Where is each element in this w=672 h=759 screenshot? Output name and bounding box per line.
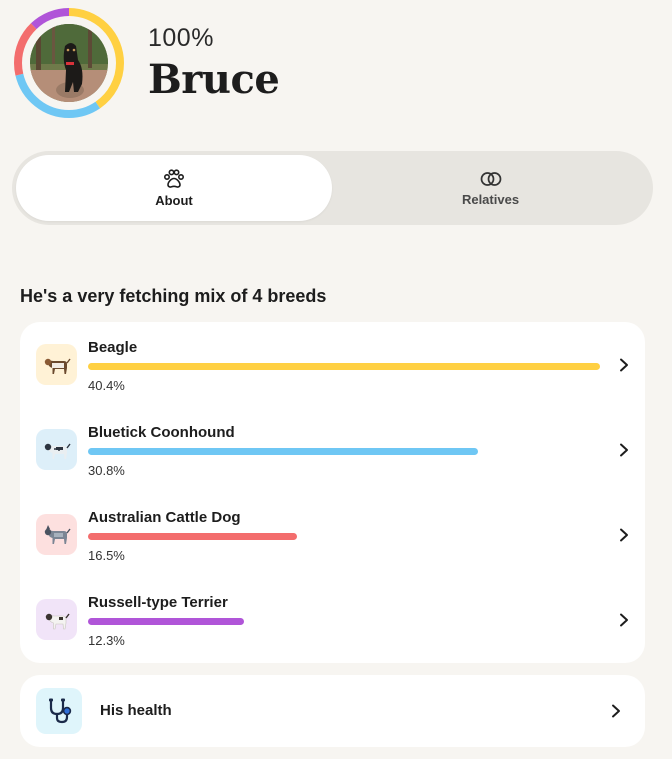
dog-profile-page: 100% Bruce About Relatives He's a very f… bbox=[0, 0, 672, 759]
health-badge bbox=[36, 688, 82, 734]
breed-percentage: 40.4% bbox=[88, 378, 125, 393]
breed-name: Bluetick Coonhound bbox=[88, 424, 235, 441]
chevron-right-icon bbox=[612, 704, 620, 718]
stethoscope-icon bbox=[49, 698, 72, 724]
breed-bar-track bbox=[88, 618, 600, 625]
paw-icon bbox=[163, 168, 185, 188]
tab-relatives[interactable]: Relatives bbox=[332, 155, 649, 221]
tab-relatives-label: Relatives bbox=[461, 191, 520, 207]
chevron-right-icon bbox=[620, 613, 628, 627]
breed-row-australian-cattle-dog[interactable]: Australian Cattle Dog 16.5% bbox=[20, 492, 645, 577]
breed-badge bbox=[36, 429, 77, 470]
profile-header: 100% Bruce bbox=[0, 0, 672, 130]
breed-bar-fill bbox=[88, 363, 600, 370]
australian-cattle-dog-icon bbox=[44, 524, 71, 544]
russell-terrier-icon bbox=[45, 613, 70, 629]
breed-badge bbox=[36, 514, 77, 555]
breed-percentage: 12.3% bbox=[88, 633, 125, 648]
breed-name: Australian Cattle Dog bbox=[88, 509, 241, 526]
breed-percentage: 16.5% bbox=[88, 548, 125, 563]
breed-row-beagle[interactable]: Beagle 40.4% bbox=[20, 322, 645, 407]
chevron-right-icon bbox=[620, 358, 628, 372]
breed-breakdown-card: Beagle 40.4% Bluetick Coonhound 30.8% Au… bbox=[20, 322, 645, 663]
match-percentage: 100% bbox=[148, 24, 214, 52]
linked-rings-icon bbox=[480, 171, 501, 186]
breed-percentage: 30.8% bbox=[88, 463, 125, 478]
chevron-right-icon bbox=[620, 443, 628, 457]
health-label: His health bbox=[100, 702, 172, 719]
breed-badge bbox=[36, 344, 77, 385]
breed-mix-heading: He's a very fetching mix of 4 breeds bbox=[20, 286, 327, 306]
breed-name: Russell-type Terrier bbox=[88, 594, 228, 611]
breed-row-bluetick-coonhound[interactable]: Bluetick Coonhound 30.8% bbox=[20, 407, 645, 492]
breed-bar-fill bbox=[88, 448, 478, 455]
dog-name: Bruce bbox=[148, 56, 280, 103]
dog-avatar[interactable] bbox=[30, 24, 108, 102]
breed-bar-fill bbox=[88, 618, 244, 625]
breed-name: Beagle bbox=[88, 339, 138, 356]
tab-about[interactable]: About bbox=[16, 155, 332, 221]
chevron-right-icon bbox=[620, 528, 628, 542]
tab-about-label: About bbox=[155, 192, 193, 208]
bluetick-coonhound-icon bbox=[44, 443, 71, 459]
breed-bar-track bbox=[88, 448, 600, 455]
breed-badge bbox=[36, 599, 77, 640]
breed-bar-track bbox=[88, 363, 600, 370]
breed-bar-fill bbox=[88, 533, 297, 540]
breed-row-russell-type-terrier[interactable]: Russell-type Terrier 12.3% bbox=[20, 577, 645, 662]
profile-tabs: About Relatives bbox=[12, 151, 653, 225]
health-card[interactable]: His health bbox=[20, 675, 645, 747]
beagle-icon bbox=[44, 358, 71, 374]
breed-bar-track bbox=[88, 533, 600, 540]
